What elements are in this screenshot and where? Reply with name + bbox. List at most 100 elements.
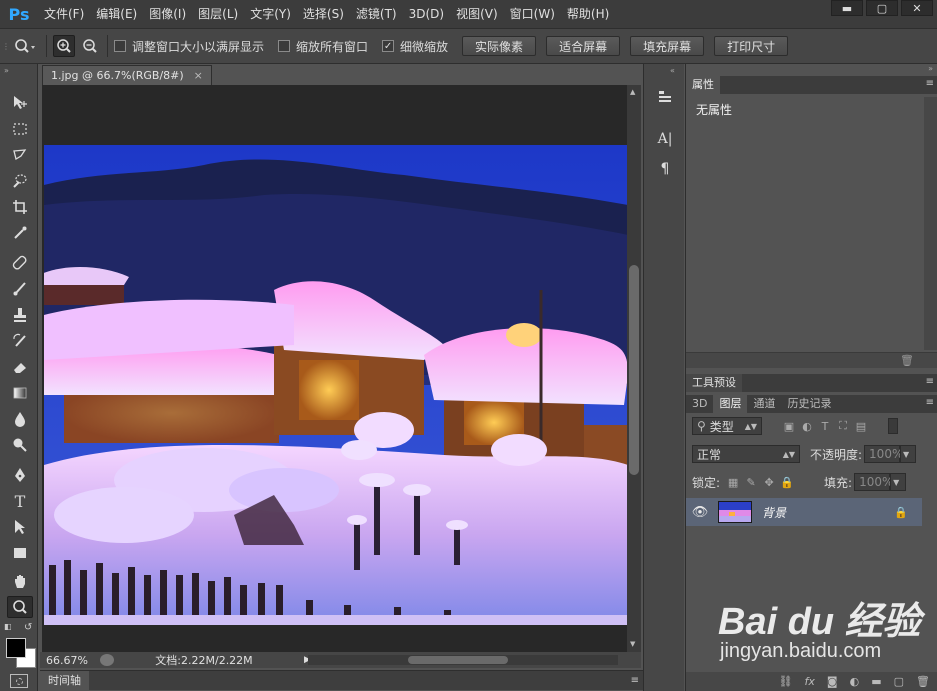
canvas-pasteboard[interactable]	[42, 85, 628, 652]
add-mask-icon[interactable]: ◙	[827, 675, 838, 688]
clone-stamp-tool-icon[interactable]	[7, 304, 33, 326]
panel-menu-icon[interactable]: ≡	[926, 376, 934, 387]
quick-selection-tool-icon[interactable]	[7, 170, 33, 192]
new-group-icon[interactable]: ▬	[871, 675, 881, 688]
swap-colors-icon[interactable]: ↺	[24, 622, 32, 633]
actual-pixels-button[interactable]: 实际像素	[462, 36, 537, 56]
collapse-panels-icon[interactable]: »	[928, 64, 933, 73]
rectangle-tool-icon[interactable]	[7, 542, 33, 564]
document-tab[interactable]: 1.jpg @ 66.7%(RGB/8#) ×	[42, 65, 212, 85]
menu-view[interactable]: 视图(V)	[450, 0, 504, 28]
smart-object-filter-icon[interactable]: ▤	[854, 419, 868, 433]
fill-screen-button[interactable]: 填充屏幕	[630, 36, 705, 56]
panel-menu-icon[interactable]: ≡	[926, 78, 934, 89]
properties-tab[interactable]: 属性	[686, 76, 720, 94]
expand-icon[interactable]: «	[670, 66, 675, 75]
default-colors-icon[interactable]: ◧	[4, 622, 12, 631]
gradient-tool-icon[interactable]	[7, 382, 33, 404]
type-filter-icon[interactable]: T	[818, 419, 832, 433]
lock-pixels-icon[interactable]: ✎	[744, 475, 758, 489]
menu-3d[interactable]: 3D(D)	[403, 0, 450, 28]
close-button[interactable]: ✕	[901, 0, 933, 16]
paragraph-panel-icon[interactable]: ¶	[654, 158, 676, 180]
zoom-out-icon[interactable]	[79, 35, 101, 57]
scrubby-zoom-checkbox[interactable]: ✓ 细微缩放	[382, 38, 448, 55]
minimize-button[interactable]: ▬	[831, 0, 863, 16]
crop-tool-icon[interactable]	[7, 196, 33, 218]
pixel-filter-icon[interactable]: ▣	[782, 419, 796, 433]
menu-window[interactable]: 窗口(W)	[504, 0, 561, 28]
blur-tool-icon[interactable]	[7, 408, 33, 430]
tab-layers[interactable]: 图层	[713, 395, 748, 413]
healing-brush-tool-icon[interactable]	[7, 252, 33, 274]
close-tab-icon[interactable]: ×	[194, 69, 203, 82]
opacity-input[interactable]: 100%	[864, 445, 903, 463]
history-brush-tool-icon[interactable]	[7, 330, 33, 352]
adjustment-filter-icon[interactable]: ◐	[800, 419, 814, 433]
menu-image[interactable]: 图像(I)	[143, 0, 192, 28]
new-layer-icon[interactable]: ▢	[894, 675, 904, 688]
checkbox-checked[interactable]: ✓	[382, 40, 395, 52]
zoom-tool-icon[interactable]	[7, 596, 33, 618]
tool-presets-tab[interactable]: 工具预设	[686, 374, 742, 392]
brush-tool-icon[interactable]	[7, 278, 33, 300]
status-info-icon[interactable]	[100, 654, 114, 666]
menu-file[interactable]: 文件(F)	[38, 0, 90, 28]
lasso-tool-icon[interactable]	[7, 144, 33, 166]
character-panel-icon[interactable]: A|	[654, 128, 676, 150]
tab-history[interactable]: 历史记录	[781, 395, 837, 413]
shape-filter-icon[interactable]: ⛶	[836, 419, 850, 433]
zoom-all-windows-checkbox[interactable]: 缩放所有窗口	[278, 38, 368, 55]
filter-toggle[interactable]	[888, 418, 898, 434]
lock-all-icon[interactable]: 🔒	[780, 475, 794, 489]
eraser-tool-icon[interactable]	[7, 356, 33, 378]
layer-filter-dropdown[interactable]: ⚲ 类型 ▲▼	[692, 417, 762, 435]
collapse-icon[interactable]: »	[4, 66, 9, 75]
eyedropper-tool-icon[interactable]	[7, 222, 33, 244]
path-selection-tool-icon[interactable]	[7, 516, 33, 538]
hand-tool-icon[interactable]	[7, 570, 33, 592]
restore-button[interactable]: ▢	[866, 0, 898, 16]
zoom-icon[interactable]	[10, 35, 40, 57]
lock-transparent-icon[interactable]: ▦	[726, 475, 740, 489]
resize-windows-checkbox[interactable]: 调整窗口大小以满屏显示	[114, 38, 264, 55]
lock-position-icon[interactable]: ✥	[762, 475, 776, 489]
layer-name[interactable]: 背景	[762, 504, 786, 521]
menu-help[interactable]: 帮助(H)	[561, 0, 615, 28]
history-panel-icon[interactable]	[654, 86, 676, 108]
zoom-in-icon[interactable]	[53, 35, 75, 57]
canvas-image[interactable]	[44, 145, 628, 625]
foreground-color-swatch[interactable]	[6, 638, 26, 658]
pen-tool-icon[interactable]	[7, 464, 33, 486]
dodge-tool-icon[interactable]	[7, 434, 33, 456]
blend-mode-dropdown[interactable]: 正常 ▲▼	[692, 445, 800, 463]
horizontal-scrollbar[interactable]	[308, 655, 618, 665]
opacity-dropdown[interactable]: ▼	[900, 445, 917, 463]
zoom-level[interactable]: 66.67%	[40, 654, 100, 667]
link-layers-icon[interactable]: ⛓	[779, 675, 793, 688]
print-size-button[interactable]: 打印尺寸	[714, 36, 789, 56]
tab-channels[interactable]: 通道	[747, 395, 781, 413]
panel-menu-icon[interactable]: ≡	[926, 397, 934, 408]
menu-type[interactable]: 文字(Y)	[244, 0, 297, 28]
menu-layer[interactable]: 图层(L)	[192, 0, 244, 28]
properties-scrollbar[interactable]	[924, 97, 937, 350]
eye-icon[interactable]: 👁	[686, 505, 714, 520]
timeline-tab[interactable]: 时间轴	[40, 671, 89, 690]
trash-icon[interactable]: 🗑	[900, 354, 914, 367]
fx-icon[interactable]: fx	[805, 675, 815, 688]
fit-screen-button[interactable]: 适合屏幕	[546, 36, 621, 56]
menu-select[interactable]: 选择(S)	[297, 0, 350, 28]
quick-mask-icon[interactable]	[10, 674, 28, 688]
layer-row-background[interactable]: 👁 背景 🔒	[686, 498, 922, 526]
move-tool-icon[interactable]	[7, 92, 33, 114]
adjustment-layer-icon[interactable]: ◐	[850, 675, 860, 688]
scroll-down-icon[interactable]: ▼	[630, 640, 635, 648]
fill-input[interactable]: 100%	[854, 473, 893, 491]
marquee-tool-icon[interactable]	[7, 118, 33, 140]
tab-3d[interactable]: 3D	[686, 395, 713, 413]
vertical-scrollbar[interactable]: ▲ ▼	[627, 85, 641, 652]
delete-layer-icon[interactable]: 🗑	[916, 675, 930, 688]
menu-edit[interactable]: 编辑(E)	[90, 0, 143, 28]
menu-filter[interactable]: 滤镜(T)	[350, 0, 403, 28]
